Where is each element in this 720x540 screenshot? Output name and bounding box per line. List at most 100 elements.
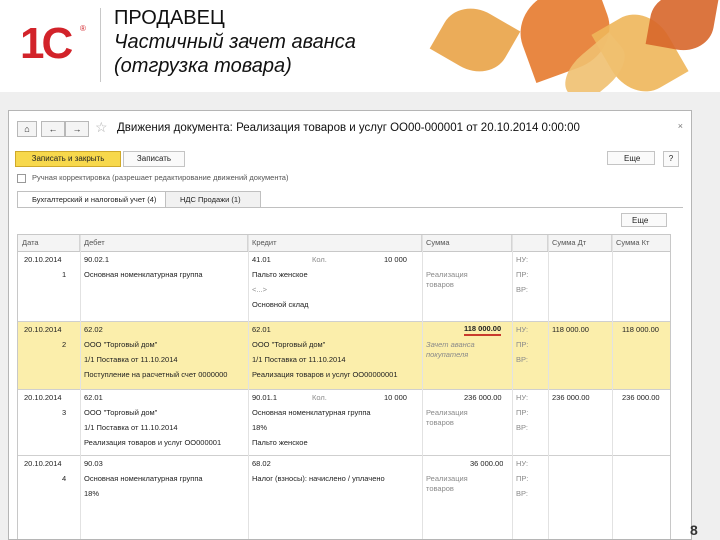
debit-subconto: 1/1 Поставка от 11.10.2014 — [84, 355, 178, 364]
credit-qty-label: Кол. — [312, 393, 327, 402]
nu-label: НУ: — [516, 255, 529, 264]
help-button[interactable]: ? — [663, 151, 679, 167]
save-button[interactable]: Записать — [123, 151, 185, 167]
credit-qty-label: Кол. — [312, 255, 327, 264]
header-amount[interactable]: Сумма — [422, 235, 512, 251]
header-sum-dt[interactable]: Сумма Дт — [548, 235, 612, 251]
header-sum-kt[interactable]: Сумма Кт — [612, 235, 670, 251]
row-sum-kt: 118 000.00 — [622, 325, 659, 334]
favorite-star-icon[interactable]: ☆ — [95, 119, 108, 136]
debit-subconto: ООО "Торговый дом" — [84, 408, 158, 417]
column-divider — [548, 235, 549, 539]
column-divider — [248, 235, 249, 539]
column-divider — [422, 235, 423, 539]
table-row[interactable]: 20.10.2014 1 90.02.1 Основная номенклату… — [18, 252, 670, 322]
column-divider — [512, 235, 513, 539]
header-credit[interactable]: Кредит — [248, 235, 422, 251]
nu-label: НУ: — [516, 325, 529, 334]
debit-account: 90.03 — [84, 459, 103, 468]
table-row-selected[interactable]: 20.10.2014 2 62.02 ООО "Торговый дом" 1/… — [18, 322, 670, 390]
nu-label: НУ: — [516, 393, 529, 402]
tab-vat-sales[interactable]: НДС Продажи (1) — [165, 191, 261, 208]
header-divider — [100, 8, 101, 82]
vr-label: ВР: — [516, 355, 528, 364]
credit-subconto: <...> — [252, 285, 268, 294]
credit-subconto: ООО "Торговый дом" — [252, 340, 326, 349]
save-and-close-button[interactable]: Записать и закрыть — [15, 151, 121, 167]
pr-label: ПР: — [516, 408, 529, 417]
credit-account: 90.01.1 — [252, 393, 278, 402]
debit-subconto: Реализация товаров и услуг ОО000001 — [84, 438, 222, 447]
row-number: 1 — [62, 270, 67, 279]
pr-label: ПР: — [516, 340, 529, 349]
table-row[interactable]: 20.10.2014 3 62.01 ООО "Торговый дом" 1/… — [18, 390, 670, 456]
home-icon[interactable]: ⌂ — [17, 121, 37, 137]
back-button[interactable]: ← — [41, 121, 65, 137]
credit-subconto: Основная номенклатурная группа — [252, 408, 371, 417]
header-debit[interactable]: Дебет — [80, 235, 248, 251]
credit-subconto: Реализация товаров и услуг ОО00000001 — [252, 370, 398, 379]
credit-qty: 10 000 — [384, 255, 407, 264]
registered-icon: ® — [80, 24, 86, 33]
row-number: 3 — [62, 408, 67, 417]
amount-note: товаров — [426, 484, 454, 493]
credit-subconto: Налог (взносы): начислено / уплачено — [252, 474, 385, 483]
amount-note: Реализация — [426, 270, 468, 279]
credit-account: 68.02 — [252, 459, 271, 468]
table-row[interactable]: 20.10.2014 4 90.03 Основная номенклатурн… — [18, 456, 670, 539]
debit-subconto: Поступление на расчетный счет 0000000 — [84, 370, 228, 379]
slide-header: 1С ® ПРОДАВЕЦ Частичный зачет аванса (от… — [0, 0, 720, 108]
close-icon[interactable]: × — [678, 121, 683, 131]
forward-button[interactable]: → — [65, 121, 89, 137]
amount-note: Реализация — [426, 408, 468, 417]
credit-subconto: Основной склад — [252, 300, 309, 309]
amount-note: товаров — [426, 418, 454, 427]
header-blank — [512, 235, 548, 251]
debit-subconto: Основная номенклатурная группа — [84, 474, 203, 483]
row-number: 2 — [62, 340, 67, 349]
manual-edit-checkbox[interactable] — [17, 173, 26, 183]
more-button[interactable]: Еще — [607, 151, 655, 165]
credit-account: 41.01 — [252, 255, 271, 264]
row-number: 4 — [62, 474, 67, 483]
vr-label: ВР: — [516, 285, 528, 294]
credit-subconto: 18% — [252, 423, 268, 432]
table-header: Дата Дебет Кредит Сумма Сумма Дт Сумма К… — [18, 235, 670, 252]
window-toolbar: ⌂ ← → ☆ Движения документа: Реализация т… — [9, 111, 691, 145]
debit-subconto: Основная номенклатурная группа — [84, 270, 203, 279]
row-sum-kt: 236 000.00 — [622, 393, 660, 402]
row-date: 20.10.2014 — [24, 393, 62, 402]
page-number: 8 — [690, 522, 698, 538]
row-date: 20.10.2014 — [24, 459, 62, 468]
logo-1c: 1С — [20, 19, 73, 68]
row-sum-dt: 118 000.00 — [552, 325, 589, 334]
debit-account: 90.02.1 — [84, 255, 110, 264]
postings-table: Дата Дебет Кредит Сумма Сумма Дт Сумма К… — [17, 234, 671, 539]
command-bar: Записать и закрыть Записать Еще ? — [9, 147, 691, 169]
tab-vat-sales-label: НДС Продажи (1) — [180, 195, 241, 204]
debit-account: 62.01 — [84, 393, 103, 402]
table-more-button[interactable]: Еще — [621, 213, 667, 227]
row-sum-dt: 236 000.00 — [552, 393, 590, 402]
row-date: 20.10.2014 — [24, 255, 62, 264]
debit-account: 62.02 — [84, 325, 103, 334]
amount-note: покупателя — [426, 350, 469, 359]
header-date[interactable]: Дата — [18, 235, 80, 251]
tab-accounting-label: Бухгалтерский и налоговый учет (4) — [32, 195, 157, 204]
slide-title: ПРОДАВЕЦ Частичный зачет аванса (отгрузк… — [114, 6, 356, 78]
tab-accounting[interactable]: Бухгалтерский и налоговый учет (4) — [17, 191, 173, 208]
debit-subconto: 18% — [84, 489, 100, 498]
column-divider — [612, 235, 613, 539]
amount-note: Зачет аванса — [426, 340, 475, 349]
credit-qty: 10 000 — [384, 393, 407, 402]
vr-label: ВР: — [516, 423, 528, 432]
slide-title-line1: ПРОДАВЕЦ — [114, 7, 225, 29]
debit-subconto: 1/1 Поставка от 11.10.2014 — [84, 423, 178, 432]
document-window: ⌂ ← → ☆ Движения документа: Реализация т… — [8, 110, 692, 540]
tab-divider — [17, 207, 683, 208]
manual-edit-checkbox-row[interactable]: Ручная корректировка (разрешает редактир… — [17, 173, 288, 183]
row-date: 20.10.2014 — [24, 325, 62, 334]
slide-title-line3: (отгрузка товара) — [114, 55, 292, 77]
slide-title-line2: Частичный зачет аванса — [114, 31, 356, 53]
autumn-leaf-icon — [429, 0, 521, 84]
